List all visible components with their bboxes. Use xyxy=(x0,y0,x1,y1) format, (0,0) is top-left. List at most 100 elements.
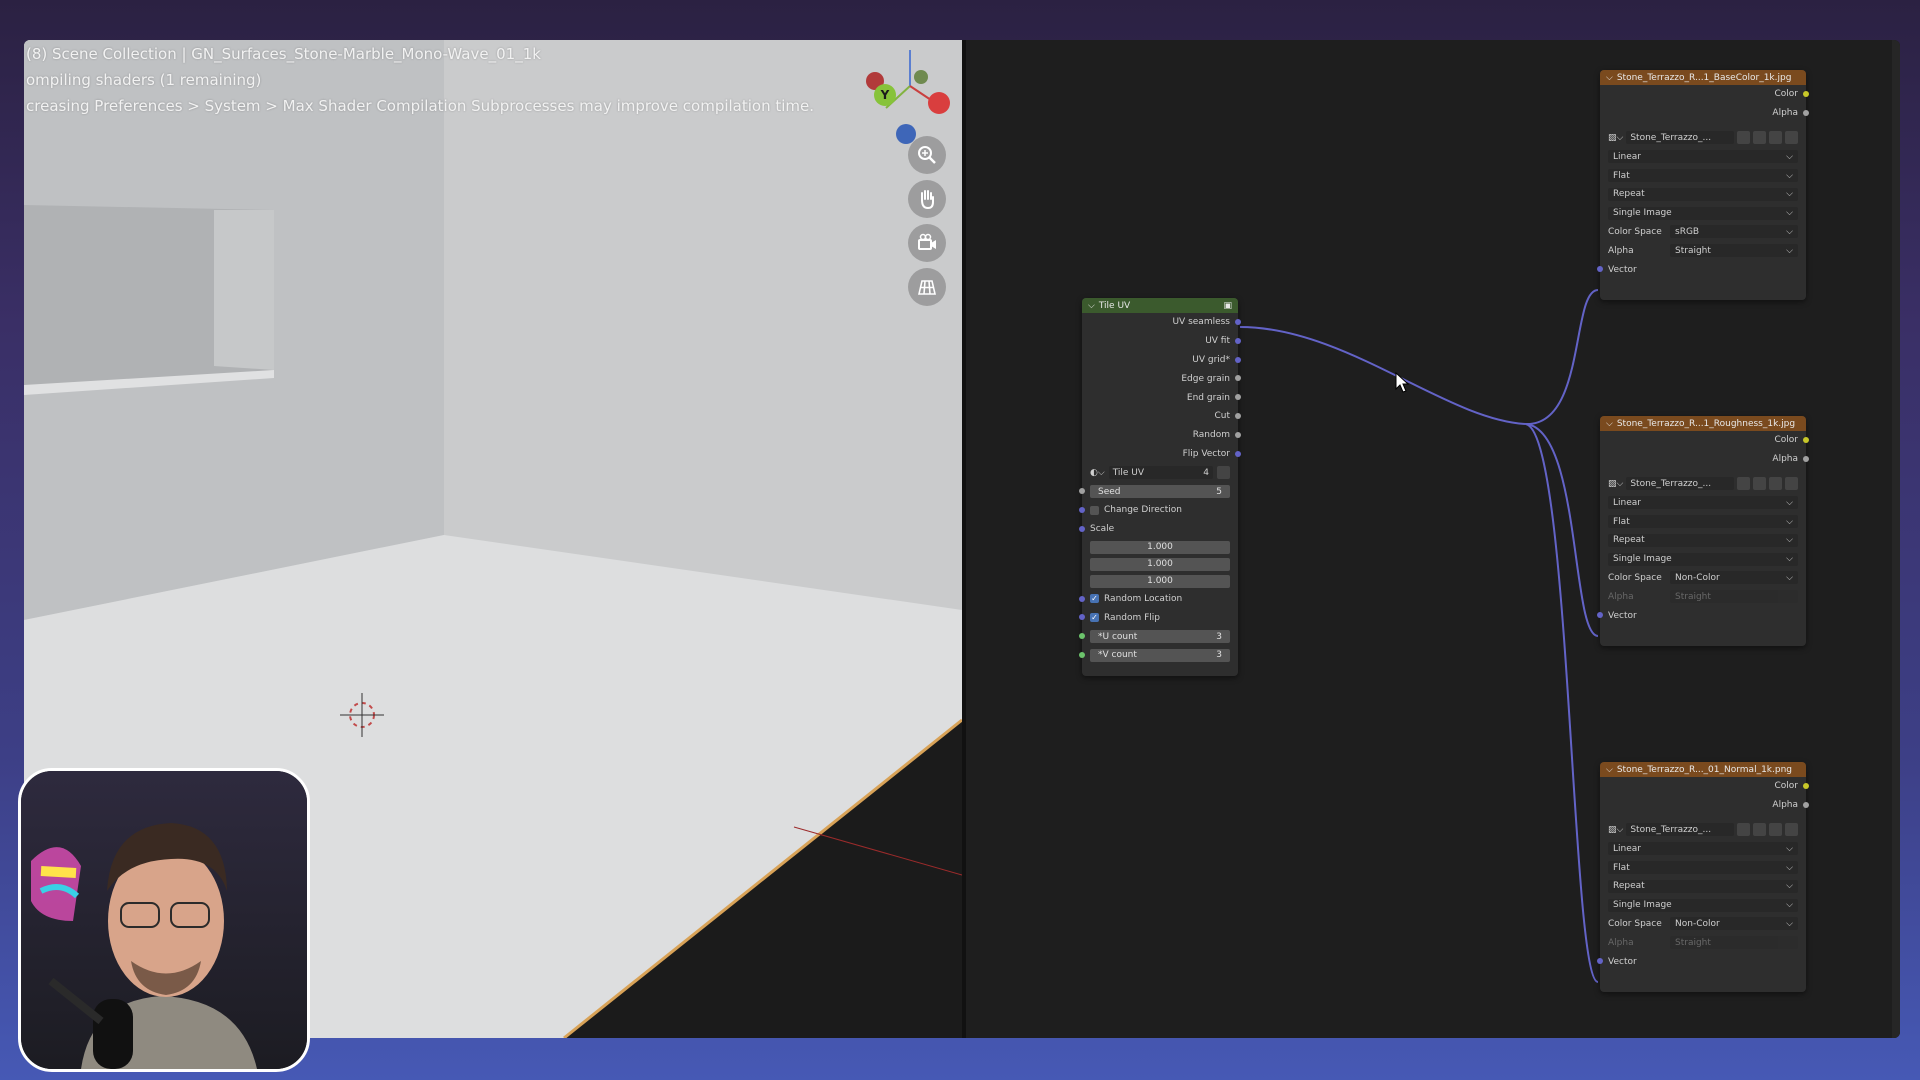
u-count-field[interactable]: *U count 3 xyxy=(1090,630,1230,644)
node-group-icon[interactable]: ▣ xyxy=(1223,301,1232,311)
gizmo-axis-y[interactable]: Y xyxy=(874,84,896,106)
output-color[interactable]: Color xyxy=(1600,85,1809,104)
random-flip-checkbox[interactable]: ✓ xyxy=(1090,613,1099,623)
open-image-button[interactable] xyxy=(1769,477,1782,491)
open-image-button[interactable] xyxy=(1769,131,1782,145)
interpolation-row[interactable]: Linear ⌵ xyxy=(1600,147,1806,166)
image-texture-node-basecolor[interactable]: ⌵ Stone_Terrazzo_R...1_BaseColor_1k.jpg C… xyxy=(1597,70,1809,300)
image-name-field[interactable]: Stone_Terrazzo_... xyxy=(1626,823,1734,837)
image-name-field[interactable]: Stone_Terrazzo_... xyxy=(1626,131,1734,145)
random-location-checkbox[interactable]: ✓ xyxy=(1090,594,1099,604)
collapse-icon[interactable]: ⌵ xyxy=(1606,765,1613,775)
socket-alpha[interactable] xyxy=(1803,455,1809,462)
image-texture-node-header[interactable]: ⌵ Stone_Terrazzo_R...1_BaseColor_1k.jpg xyxy=(1600,70,1806,85)
socket-uv-fit[interactable] xyxy=(1235,337,1241,344)
fake-user-button[interactable] xyxy=(1217,466,1230,480)
collapse-icon[interactable]: ⌵ xyxy=(1606,73,1613,83)
socket-change-direction[interactable] xyxy=(1079,506,1085,513)
node-group-name-field[interactable]: Tile UV 4 xyxy=(1108,466,1213,480)
image-selector[interactable]: ▨⌵ Stone_Terrazzo_... xyxy=(1600,129,1806,148)
socket-color[interactable] xyxy=(1803,783,1809,789)
source-row[interactable]: Single Image ⌵ xyxy=(1600,896,1806,915)
output-alpha[interactable]: Alpha xyxy=(1600,450,1809,469)
collapse-icon[interactable]: ⌵ xyxy=(1606,419,1613,429)
input-vector[interactable]: Vector xyxy=(1597,260,1806,279)
output-flip-vector[interactable]: Flip Vector xyxy=(1082,445,1241,464)
change-direction-checkbox[interactable] xyxy=(1090,505,1099,515)
tile-uv-node-header[interactable]: ⌵ Tile UV ▣ xyxy=(1082,298,1238,313)
socket-alpha[interactable] xyxy=(1803,801,1809,808)
output-end-grain[interactable]: End grain xyxy=(1082,388,1241,407)
open-image-button[interactable] xyxy=(1769,823,1782,837)
source-row[interactable]: Single Image ⌵ xyxy=(1600,550,1806,569)
socket-seed[interactable] xyxy=(1079,488,1085,495)
color-space-row[interactable]: Color Space sRGB ⌵ xyxy=(1600,223,1806,242)
socket-vector[interactable] xyxy=(1597,266,1603,273)
image-name-field[interactable]: Stone_Terrazzo_... xyxy=(1626,477,1734,491)
pan-button[interactable] xyxy=(908,180,946,218)
socket-vector[interactable] xyxy=(1597,612,1603,619)
image-texture-node-roughness[interactable]: ⌵ Stone_Terrazzo_R...1_Roughness_1k.jpg C… xyxy=(1597,416,1809,646)
scale-z-field[interactable]: 1.000 xyxy=(1090,574,1230,588)
socket-u-count[interactable] xyxy=(1079,633,1085,640)
interpolation-row[interactable]: Linear ⌵ xyxy=(1600,839,1806,858)
color-space-row[interactable]: Color Space Non-Color ⌵ xyxy=(1600,569,1806,588)
new-image-button[interactable] xyxy=(1753,823,1766,837)
orthographic-toggle-button[interactable] xyxy=(908,268,946,306)
source-dropdown[interactable]: Single Image ⌵ xyxy=(1608,898,1798,912)
socket-flip-vector[interactable] xyxy=(1235,450,1241,457)
image-selector[interactable]: ▨⌵ Stone_Terrazzo_... xyxy=(1600,475,1806,494)
input-vector[interactable]: Vector xyxy=(1597,952,1806,971)
socket-color[interactable] xyxy=(1803,437,1809,443)
projection-row[interactable]: Flat ⌵ xyxy=(1600,166,1806,185)
scale-z-row[interactable]: 1.000 xyxy=(1082,573,1238,590)
color-space-dropdown[interactable]: Non-Color ⌵ xyxy=(1670,571,1798,585)
camera-view-button[interactable] xyxy=(908,224,946,262)
node-editor-scrollbar[interactable] xyxy=(1892,40,1900,1038)
fake-user-button[interactable] xyxy=(1737,131,1750,145)
input-vector[interactable]: Vector xyxy=(1597,606,1806,625)
extension-row[interactable]: Repeat ⌵ xyxy=(1600,877,1806,896)
projection-dropdown[interactable]: Flat ⌵ xyxy=(1608,515,1798,529)
input-random-location[interactable]: ✓ Random Location xyxy=(1079,590,1238,609)
fake-user-button[interactable] xyxy=(1737,477,1750,491)
alpha-dropdown[interactable]: Straight ⌵ xyxy=(1670,244,1798,258)
interpolation-dropdown[interactable]: Linear ⌵ xyxy=(1608,150,1798,164)
new-image-button[interactable] xyxy=(1753,477,1766,491)
socket-uv-grid[interactable] xyxy=(1235,356,1241,363)
output-alpha[interactable]: Alpha xyxy=(1600,796,1809,815)
extension-dropdown[interactable]: Repeat ⌵ xyxy=(1608,187,1798,201)
socket-cut[interactable] xyxy=(1235,412,1241,419)
projection-row[interactable]: Flat ⌵ xyxy=(1600,512,1806,531)
color-space-dropdown[interactable]: sRGB ⌵ xyxy=(1670,225,1798,239)
output-edge-grain[interactable]: Edge grain xyxy=(1082,369,1241,388)
node-group-selector[interactable]: ◐⌵ Tile UV 4 xyxy=(1082,463,1238,482)
color-space-row[interactable]: Color Space Non-Color ⌵ xyxy=(1600,915,1806,934)
unlink-image-button[interactable] xyxy=(1785,131,1798,145)
scale-x-field[interactable]: 1.000 xyxy=(1090,540,1230,554)
projection-dropdown[interactable]: Flat ⌵ xyxy=(1608,861,1798,875)
output-color[interactable]: Color xyxy=(1600,777,1809,796)
source-dropdown[interactable]: Single Image ⌵ xyxy=(1608,206,1798,220)
socket-random-flip[interactable] xyxy=(1079,614,1085,621)
gizmo-axis-green-neg[interactable] xyxy=(914,70,928,84)
output-uv-fit[interactable]: UV fit xyxy=(1082,332,1241,351)
image-texture-node-header[interactable]: ⌵ Stone_Terrazzo_R...1_Roughness_1k.jpg xyxy=(1600,416,1806,431)
source-dropdown[interactable]: Single Image ⌵ xyxy=(1608,552,1798,566)
interpolation-dropdown[interactable]: Linear ⌵ xyxy=(1608,842,1798,856)
interpolation-row[interactable]: Linear ⌵ xyxy=(1600,493,1806,512)
output-uv-seamless[interactable]: UV seamless xyxy=(1082,313,1241,332)
source-row[interactable]: Single Image ⌵ xyxy=(1600,204,1806,223)
color-space-dropdown[interactable]: Non-Color ⌵ xyxy=(1670,917,1798,931)
socket-uv-seamless[interactable] xyxy=(1235,319,1241,325)
new-image-button[interactable] xyxy=(1753,131,1766,145)
extension-row[interactable]: Repeat ⌵ xyxy=(1600,185,1806,204)
unlink-image-button[interactable] xyxy=(1785,823,1798,837)
input-change-direction[interactable]: Change Direction xyxy=(1079,501,1238,520)
collapse-icon[interactable]: ⌵ xyxy=(1088,301,1095,311)
input-u-count[interactable]: *U count 3 xyxy=(1079,627,1238,646)
input-random-flip[interactable]: ✓ Random Flip xyxy=(1079,608,1238,627)
tile-uv-node[interactable]: ⌵ Tile UV ▣ UV seamless UV fit UV grid* … xyxy=(1079,298,1241,676)
socket-color[interactable] xyxy=(1803,91,1809,97)
alpha-row[interactable]: Alpha Straight ⌵ xyxy=(1600,241,1806,260)
